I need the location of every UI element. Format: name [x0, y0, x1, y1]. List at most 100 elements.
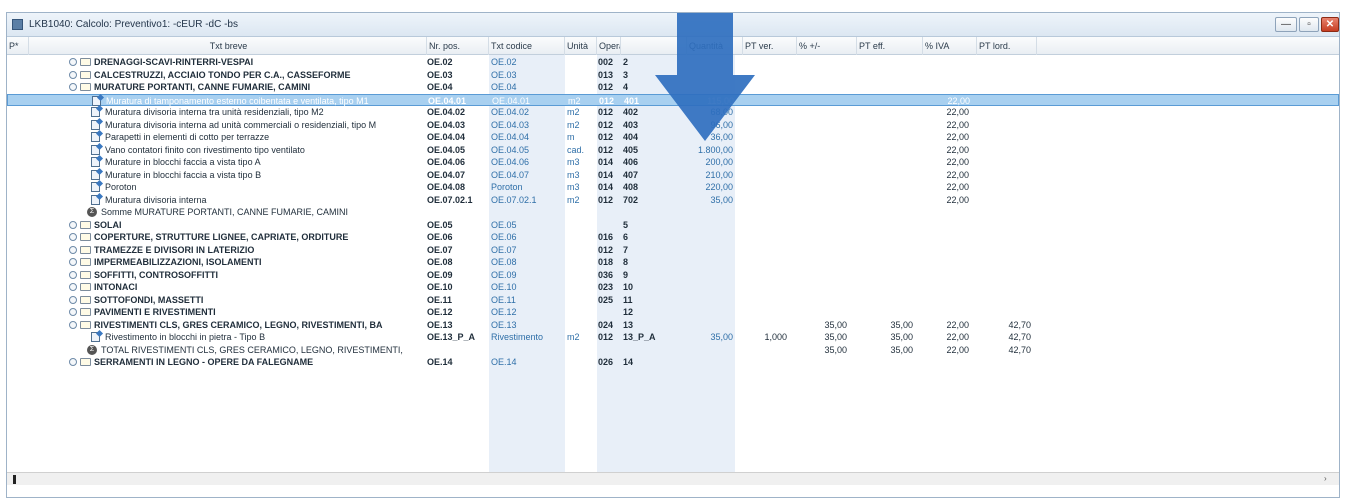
table-row[interactable]: IMPERMEABILIZZAZIONI, ISOLAMENTI OE.08 OE.… — [7, 256, 1339, 269]
cell-nrpos: OE.07.02.1 — [427, 194, 473, 205]
folder-icon — [80, 70, 91, 79]
window-title: LKB1040: Calcolo: Preventivo1: -cEUR -dC… — [29, 19, 238, 30]
cell-iva: 22,00 — [946, 157, 969, 167]
maximize-button[interactable]: ▫ — [1299, 17, 1319, 32]
cell-pteff — [857, 256, 913, 269]
cell-unita: m2 — [567, 119, 580, 130]
cell-codice — [491, 206, 563, 219]
table-row[interactable]: Vano contatori finito con rivestimento t… — [7, 144, 1339, 157]
table-row[interactable]: Rivestimento in blocchi in pietra - Tipo… — [7, 331, 1339, 344]
column-header[interactable]: Nr. pos. — [427, 37, 489, 55]
column-header[interactable]: PT lord. — [977, 37, 1037, 55]
cell-val — [687, 244, 733, 257]
cell-iva: 22,00 — [946, 319, 969, 330]
cell-iva — [923, 256, 969, 269]
cell-qta — [743, 144, 787, 157]
expand-toggle-icon[interactable] — [69, 258, 77, 266]
cell-nrpos: OE.04.06 — [427, 157, 466, 167]
column-header[interactable]: Txt codice — [489, 37, 565, 55]
table-row[interactable]: Muratura divisoria interna OE.07.02.1 OE.0… — [7, 194, 1339, 207]
cell-unita — [567, 244, 595, 257]
cell-pteff — [857, 269, 913, 282]
cell-codice: OE.13 — [491, 319, 517, 330]
column-header[interactable]: % +/- — [797, 37, 857, 55]
table-row[interactable]: SERRAMENTI IN LEGNO - OPERE DA FALEGNAME… — [7, 356, 1339, 369]
scroll-thumb[interactable] — [13, 475, 16, 484]
document-icon — [91, 194, 100, 205]
expand-toggle-icon[interactable] — [69, 295, 77, 304]
cell-qta — [743, 269, 787, 282]
cell-val: 35,00 — [710, 194, 733, 205]
expand-toggle-icon[interactable] — [69, 83, 77, 91]
expand-toggle-icon[interactable] — [69, 270, 77, 279]
cell-qta — [743, 281, 787, 294]
cell-n7: 6 — [623, 232, 629, 242]
table-row[interactable]: PAVIMENTI E RIVESTIMENTI OE.12 OE.12 12 — [7, 306, 1339, 319]
table-row[interactable]: SOFFITTI, CONTROSOFFITTI OE.09 OE.09 036 9 — [7, 269, 1339, 282]
table-row[interactable]: Murature in blocchi faccia a vista tipo … — [7, 169, 1339, 182]
expand-toggle-icon[interactable] — [69, 70, 77, 79]
table-row[interactable]: SOTTOFONDI, MASSETTI OE.11 OE.11 025 11 — [7, 294, 1339, 307]
expand-toggle-icon[interactable] — [69, 233, 77, 241]
column-header[interactable]: P* — [7, 37, 29, 55]
folder-icon — [80, 308, 91, 316]
expand-toggle-icon[interactable] — [69, 283, 77, 291]
cell-nrpos: OE.12 — [427, 307, 453, 317]
cell-iva — [923, 81, 969, 94]
expand-toggle-icon[interactable] — [69, 358, 77, 366]
cell-val — [687, 206, 733, 219]
cell-unita — [567, 281, 595, 294]
close-button[interactable]: ✕ — [1321, 17, 1339, 32]
cell-txt-breve: TOTAL RIVESTIMENTI CLS, GRES CERAMICO, L… — [101, 344, 403, 355]
cell-n7: 7 — [623, 244, 629, 255]
table-row[interactable]: SOLAI OE.05 OE.05 5 — [7, 219, 1339, 232]
column-header[interactable]: Unità — [565, 37, 597, 55]
horizontal-scrollbar[interactable]: › — [7, 472, 1339, 485]
minimize-button[interactable]: — — [1275, 17, 1297, 32]
cell-opera — [598, 206, 620, 219]
cell-pteff — [857, 144, 913, 157]
table-row[interactable]: Murature in blocchi faccia a vista tipo … — [7, 156, 1339, 169]
cell-opera: 012 — [598, 144, 614, 155]
table-row[interactable]: Σ Somme MURATURE PORTANTI, CANNE FUMARIE,… — [7, 206, 1339, 219]
expand-toggle-icon[interactable] — [69, 308, 77, 316]
table-row[interactable]: Σ TOTAL RIVESTIMENTI CLS, GRES CERAMICO, … — [7, 344, 1339, 357]
cell-n7: 405 — [623, 144, 639, 155]
cell-iva: 22,00 — [946, 132, 969, 142]
expand-toggle-icon[interactable] — [69, 320, 77, 329]
expand-toggle-icon[interactable] — [69, 58, 77, 66]
column-header[interactable]: % IVA — [923, 37, 977, 55]
table-row[interactable]: RIVESTIMENTI CLS, GRES CERAMICO, LEGNO, … — [7, 319, 1339, 332]
cell-iva — [923, 281, 969, 294]
column-header[interactable]: PT eff. — [857, 37, 923, 55]
cell-nrpos: OE.05 — [427, 219, 453, 230]
cell-ptver — [797, 306, 847, 319]
scroll-right-icon[interactable]: › — [1324, 474, 1333, 484]
cell-ptlord — [977, 181, 1031, 194]
cell-val — [687, 256, 733, 269]
cell-codice: OE.04 — [491, 82, 517, 92]
folder-icon — [80, 320, 91, 329]
cell-pteff — [857, 81, 913, 94]
expand-toggle-icon[interactable] — [69, 220, 77, 229]
cell-txt-breve: Muratura divisoria interna ad unità comm… — [105, 119, 377, 130]
column-header[interactable]: Opera — [597, 37, 621, 55]
cell-ptver — [797, 69, 847, 82]
cell-n7 — [623, 206, 683, 219]
expand-toggle-icon[interactable] — [69, 245, 77, 254]
cell-qta — [743, 206, 787, 219]
table-row[interactable]: COPERTURE, STRUTTURE LIGNEE, CAPRIATE, O… — [7, 231, 1339, 244]
cell-ptlord — [977, 194, 1031, 207]
table-row[interactable]: Poroton OE.04.08 Poroton m3 014 408 220,00 22,0… — [7, 181, 1339, 194]
cell-unita: m3 — [567, 169, 580, 180]
table-row[interactable]: INTONACI OE.10 OE.10 023 10 — [7, 281, 1339, 294]
cell-codice: OE.03 — [491, 69, 517, 80]
cell-val — [687, 281, 733, 294]
column-header[interactable]: Txt breve — [29, 37, 427, 55]
cell-codice: OE.05 — [491, 219, 517, 230]
cell-nrpos: OE.02 — [427, 57, 453, 67]
table-row[interactable]: TRAMEZZE E DIVISORI IN LATERIZIO OE.07 OE.… — [7, 244, 1339, 257]
cell-pteff — [857, 231, 913, 244]
folder-icon — [80, 295, 91, 304]
cell-codice: OE.04.03 — [491, 119, 530, 130]
